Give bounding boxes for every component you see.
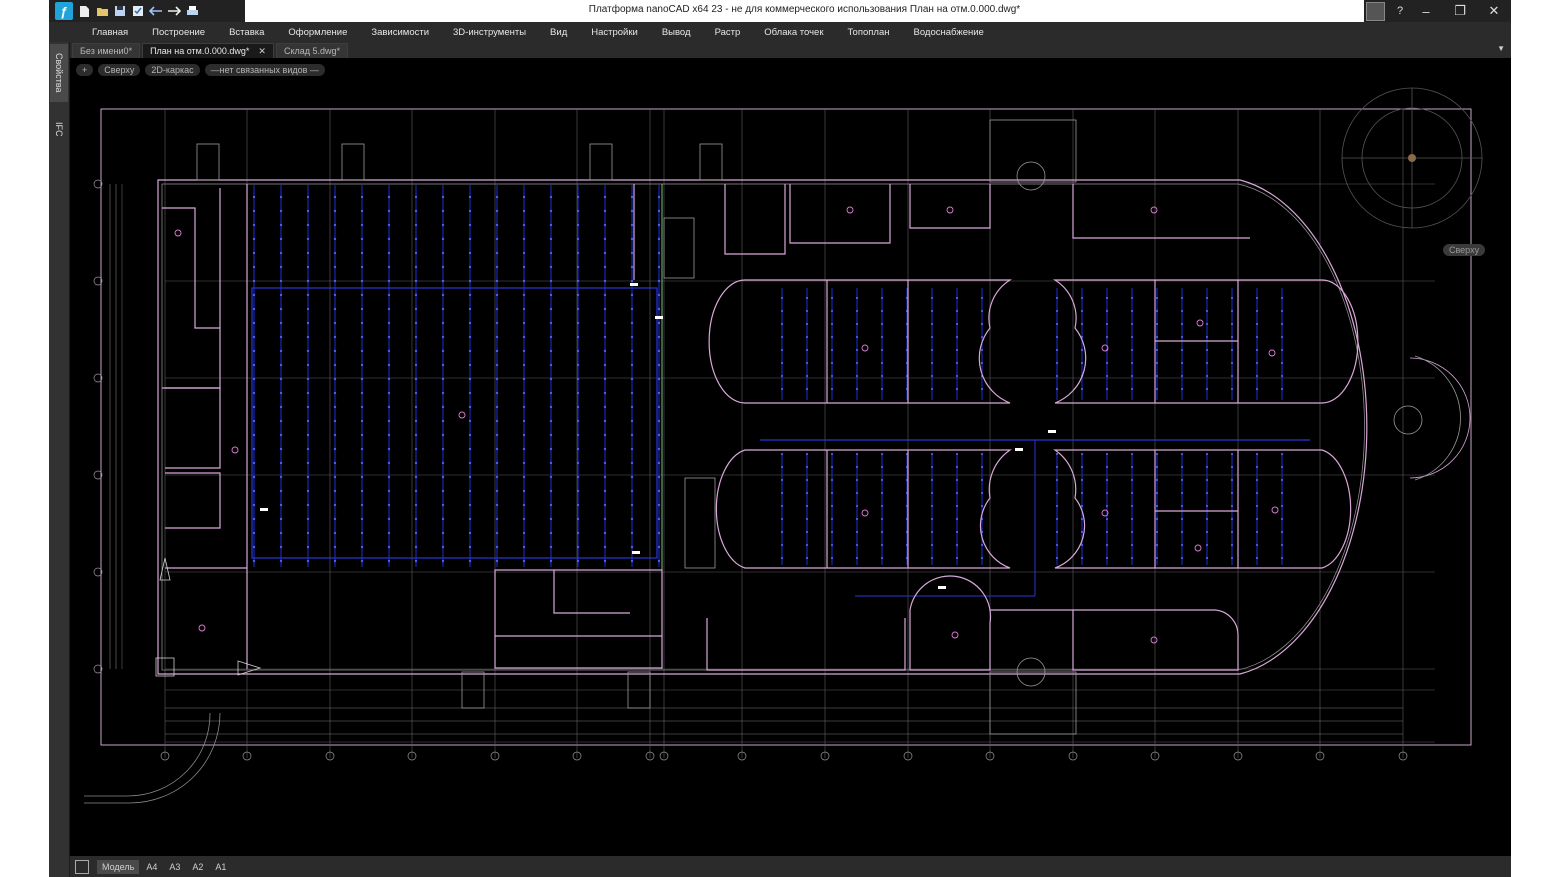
window-title: Платформа nanoCAD x64 23 - не для коммер…: [588, 4, 1021, 15]
nanocad-window: ƒ Платформа nanoCAD x64 23 - не для комм…: [49, 0, 1511, 877]
save-icon[interactable]: [113, 4, 127, 18]
linked-views-button[interactable]: —нет связанных видов —: [204, 64, 325, 76]
viewport-menu-button[interactable]: +: [76, 64, 94, 76]
visual-style-button[interactable]: 2D-каркас: [145, 64, 200, 76]
menu-item-insert[interactable]: Вставка: [217, 27, 276, 38]
annex: [1016, 161, 1471, 687]
tabs-dropdown-icon[interactable]: ▼: [1497, 44, 1505, 53]
layout-tab-a4[interactable]: А4: [141, 860, 162, 874]
title-bar: ƒ Платформа nanoCAD x64 23 - не для комм…: [49, 0, 1511, 22]
menu-item-settings[interactable]: Настройки: [579, 27, 650, 38]
doc-tab-label: Без имени0*: [80, 46, 133, 56]
layout-tab-model[interactable]: Модель: [97, 860, 140, 874]
menu-item-output[interactable]: Вывод: [650, 27, 703, 38]
menu-item-build[interactable]: Построение: [140, 27, 217, 38]
viewcube-top-label[interactable]: Сверху: [1443, 244, 1486, 256]
open-icon[interactable]: [95, 4, 109, 18]
document-tabs: Без имени0* План на отм.0.000.dwg* ✕ Скла…: [70, 42, 1511, 58]
workspace-icon[interactable]: [1366, 1, 1385, 21]
redo-icon[interactable]: [167, 4, 181, 18]
menu-item-home[interactable]: Главная: [49, 27, 140, 38]
close-icon[interactable]: ✕: [1477, 0, 1511, 22]
menu-item-annotate[interactable]: Оформление: [276, 27, 359, 38]
doc-tab-label: Склад 5.dwg*: [283, 46, 341, 56]
tab-properties[interactable]: Свойства: [50, 44, 68, 102]
save-all-icon[interactable]: [131, 4, 145, 18]
help-button[interactable]: ?: [1391, 5, 1409, 17]
window-controls: ? – ❐ ✕: [1366, 0, 1511, 22]
menu-item-topoplan[interactable]: Топоплан: [836, 27, 902, 38]
view-direction-button[interactable]: Сверху: [98, 64, 141, 76]
side-panel: Свойства IFC: [49, 42, 70, 877]
menu-item-point-clouds[interactable]: Облака точек: [752, 27, 835, 38]
layouts-menu-icon[interactable]: [75, 860, 89, 874]
viewport-controls: + Сверху 2D-каркас —нет связанных видов …: [76, 64, 325, 76]
warehouse-ceiling-grid: [250, 185, 660, 567]
layout-tab-a3[interactable]: А3: [164, 860, 185, 874]
restore-icon[interactable]: ❐: [1443, 0, 1477, 22]
layout-tab-a1[interactable]: А1: [210, 860, 231, 874]
print-icon[interactable]: [185, 4, 199, 18]
layout-tab-a2[interactable]: А2: [187, 860, 208, 874]
floor-plan-drawing: [84, 87, 1483, 804]
tab-ifc[interactable]: IFC: [50, 116, 68, 142]
tab-ifc-label: IFC: [54, 121, 64, 137]
new-file-icon[interactable]: [77, 4, 91, 18]
doc-tab-warehouse[interactable]: Склад 5.dwg*: [275, 43, 349, 58]
nanocad-logo-icon[interactable]: ƒ: [55, 2, 73, 20]
tab-properties-label: Свойства: [54, 53, 64, 93]
layout-tabs-bar: Модель А4 А3 А2 А1: [70, 857, 1511, 877]
menu-item-water-supply[interactable]: Водоснабжение: [902, 27, 996, 38]
undo-icon[interactable]: [149, 4, 163, 18]
menu-item-3d-tools[interactable]: 3D-инструменты: [441, 27, 538, 38]
doc-tab-label: План на отм.0.000.dwg*: [150, 46, 250, 56]
quick-access-toolbar: ƒ: [49, 0, 245, 22]
office-ceiling-grids: [760, 288, 1310, 597]
menu-item-view[interactable]: Вид: [538, 27, 579, 38]
ribbon-menu: Главная Построение Вставка Оформление За…: [49, 22, 1511, 42]
site-road: [84, 557, 262, 804]
doc-tab-untitled[interactable]: Без имени0*: [72, 43, 141, 58]
doc-tab-plan[interactable]: План на отм.0.000.dwg* ✕: [142, 43, 274, 58]
menu-item-constraints[interactable]: Зависимости: [359, 27, 441, 38]
minimize-icon[interactable]: –: [1409, 0, 1443, 22]
menu-item-raster[interactable]: Растр: [703, 27, 753, 38]
close-tab-icon[interactable]: ✕: [258, 44, 266, 58]
